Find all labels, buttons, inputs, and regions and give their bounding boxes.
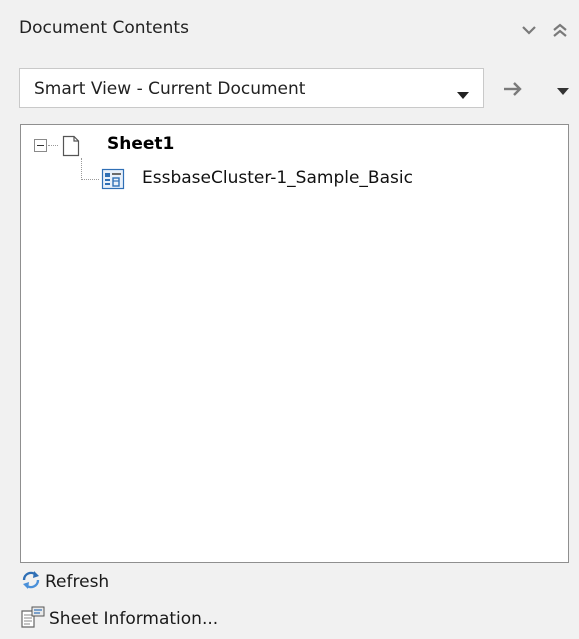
panel-header: Document Contents — [0, 0, 579, 60]
database-connection-icon — [101, 168, 125, 194]
connection-dropdown-value: Smart View - Current Document — [34, 79, 306, 99]
dropdown-arrow-icon — [457, 85, 469, 104]
panel-title: Document Contents — [19, 18, 189, 38]
tree-connector-line — [81, 158, 82, 180]
refresh-icon — [20, 569, 42, 595]
document-contents-panel: Document Contents Smart View - Current D… — [0, 0, 579, 639]
collapse-node-icon[interactable] — [34, 139, 47, 152]
sheet-information-label: Sheet Information... — [49, 609, 219, 629]
tree-connector-line — [48, 145, 58, 146]
go-arrow-icon[interactable] — [500, 76, 526, 102]
collapse-chevron-icon[interactable] — [517, 18, 541, 42]
minimize-double-chevron-icon[interactable] — [548, 18, 572, 42]
sheet-information-action[interactable]: Sheet Information... — [20, 606, 218, 632]
document-tree: Sheet1 EssbaseCluster-1_Sample_Basic — [20, 124, 569, 563]
refresh-label: Refresh — [45, 572, 110, 592]
tree-node-sheet[interactable]: Sheet1 — [104, 134, 177, 154]
sheet-document-icon — [62, 135, 80, 161]
tree-node-connection[interactable]: EssbaseCluster-1_Sample_Basic — [142, 168, 413, 188]
tree-connector-line — [81, 179, 99, 180]
sheet-information-icon — [20, 605, 46, 633]
refresh-action[interactable]: Refresh — [20, 569, 109, 595]
options-menu-arrow-icon[interactable] — [556, 82, 570, 96]
connection-dropdown[interactable]: Smart View - Current Document — [19, 68, 484, 108]
